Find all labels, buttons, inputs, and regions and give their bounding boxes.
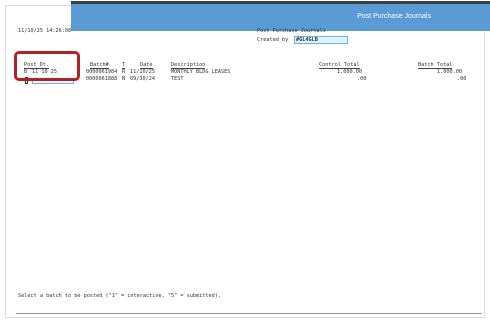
row-1-date: 11/10/25	[130, 69, 155, 75]
created-by-field[interactable]: #GL4GLB	[294, 36, 348, 44]
col-description: Description	[171, 62, 206, 69]
row-1-description: MONTHLY BLDG LEASES	[171, 69, 231, 75]
row-1-control-total: 1,000.00	[337, 69, 362, 75]
row-2-type: N	[122, 76, 126, 82]
datetime: 11/10/25 14:26:08	[18, 28, 72, 34]
bottom-border	[16, 313, 482, 314]
col-batch-total: Batch Total	[418, 62, 453, 69]
row-2-batch-total: .00	[457, 76, 467, 82]
row-2-batch: 0000061888	[86, 76, 118, 82]
col-type: T	[122, 62, 126, 69]
highlight-box	[14, 51, 80, 81]
created-by-label: Created by	[257, 37, 289, 43]
col-batch: Batch#	[90, 62, 109, 69]
row-1-batch: 0000061984	[86, 69, 118, 75]
created-by-value: #GL4GLB	[296, 37, 318, 43]
row-2-date: 09/30/24	[130, 76, 155, 82]
window-title: Post Purchase Journals	[357, 13, 431, 20]
col-control-total: Control Total	[319, 62, 360, 69]
row-2-control-total: .00	[357, 76, 367, 82]
screen-title: Post Purchase Journals	[257, 28, 326, 34]
title-bar: Post Purchase Journals	[71, 1, 490, 31]
row-1-type: R	[122, 69, 126, 75]
footer-instructions: Select a batch to be posted ("1" = inter…	[18, 293, 222, 299]
col-date: Date	[140, 62, 153, 69]
row-2-description: TEST	[171, 76, 184, 82]
row-1-batch-total: 1,000.00	[437, 69, 462, 75]
